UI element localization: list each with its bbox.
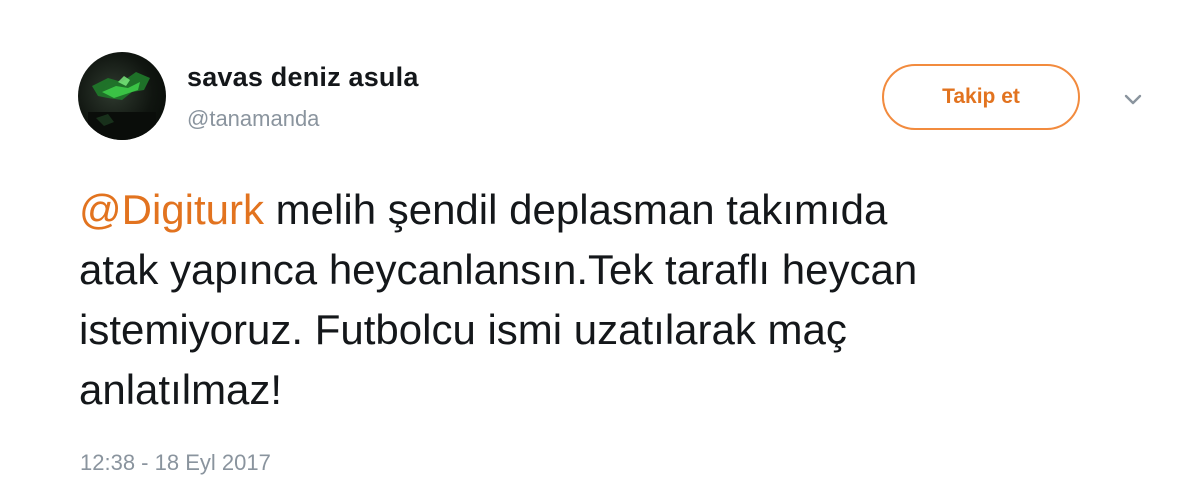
tweet-line-4: anlatılmaz! — [79, 366, 283, 413]
tweet-timestamp[interactable]: 12:38 - 18 Eyl 2017 — [80, 450, 271, 476]
tweet-card: savas deniz asula @tanamanda Takip et @D… — [0, 0, 1200, 494]
avatar[interactable] — [78, 52, 166, 140]
tweet-line-3: istemiyoruz. Futbolcu ismi uzatılarak ma… — [79, 306, 847, 353]
tweet-line-2: atak yapınca heycanlansın.Tek taraflı he… — [79, 246, 918, 293]
tweet-line-1-text: melih şendil deplasman takımıda — [264, 186, 888, 233]
chevron-down-icon[interactable] — [1118, 88, 1148, 112]
tweet-line-1: @Digiturk melih şendil deplasman takımıd… — [79, 180, 1159, 240]
user-handle[interactable]: @tanamanda — [187, 106, 319, 132]
avatar-photo-icon — [88, 72, 156, 140]
follow-button[interactable]: Takip et — [882, 64, 1080, 130]
mention-link[interactable]: @Digiturk — [79, 186, 264, 233]
display-name[interactable]: savas deniz asula — [187, 62, 419, 93]
tweet-text: @Digiturk melih şendil deplasman takımıd… — [79, 180, 1159, 420]
